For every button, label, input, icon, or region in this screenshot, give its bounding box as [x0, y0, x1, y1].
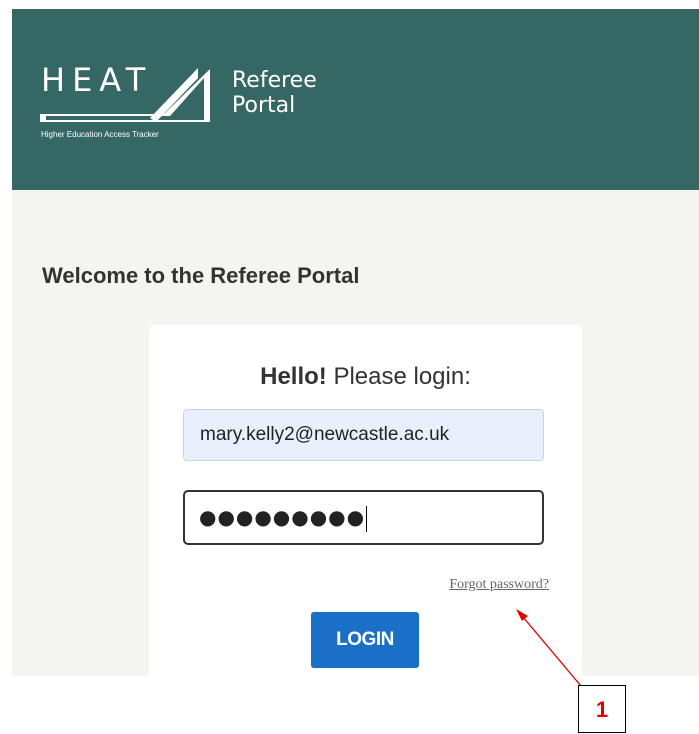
annotation-arrow-icon [516, 609, 582, 687]
annotation-callout: 1 [578, 685, 626, 733]
